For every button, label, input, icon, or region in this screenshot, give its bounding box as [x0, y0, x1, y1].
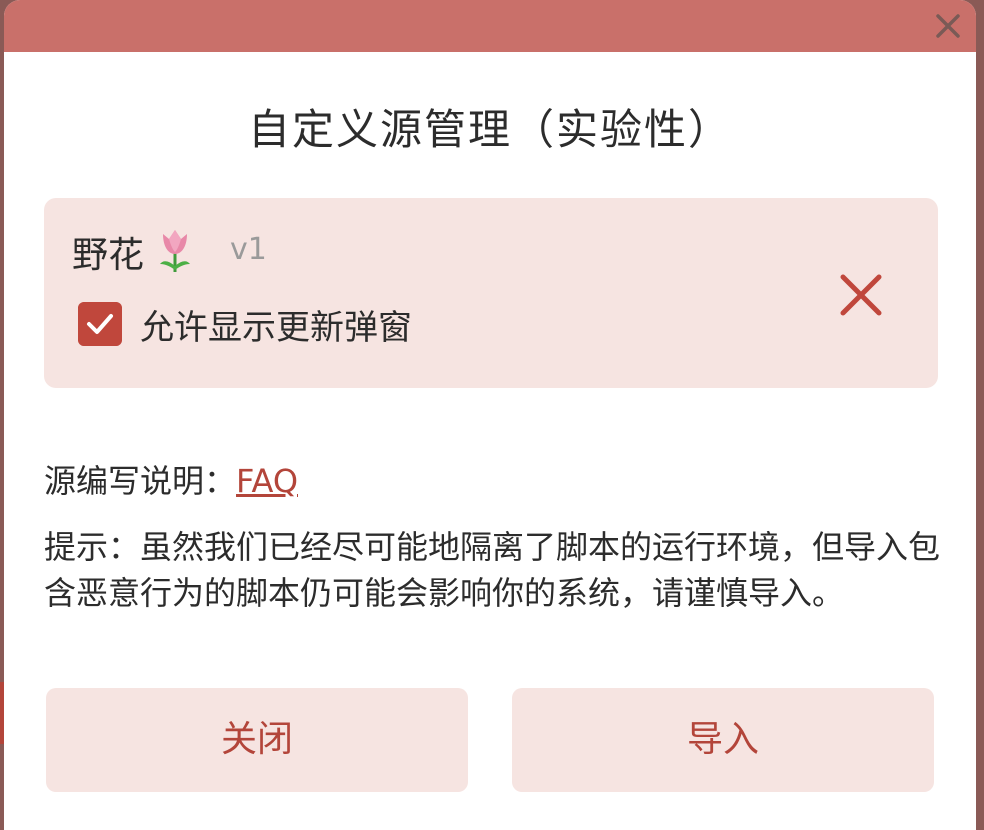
import-button[interactable]: 导入	[512, 688, 934, 792]
faq-link[interactable]: FAQ	[236, 462, 298, 500]
allow-update-popup-checkbox[interactable]	[78, 302, 122, 346]
source-manager-dialog: 自定义源管理（实验性） 野花 v1 允许显示更新弹窗 源编写说明：FAQ 提示：…	[4, 0, 976, 830]
remove-icon[interactable]	[836, 270, 886, 320]
dialog-title: 自定义源管理（实验性）	[247, 105, 732, 154]
close-icon[interactable]	[930, 8, 966, 44]
close-button[interactable]: 关闭	[46, 688, 468, 792]
source-version: v1	[230, 232, 267, 267]
source-card: 野花 v1 允许显示更新弹窗	[44, 198, 938, 388]
tulip-icon	[160, 230, 190, 272]
source-name: 野花	[72, 235, 145, 276]
hint-text: 提示：虽然我们已经尽可能地隔离了脚本的运行环境，但导入包含恶意行为的脚本仍可能会…	[44, 528, 941, 612]
faq-label: 源编写说明：	[44, 462, 237, 500]
allow-update-popup-label[interactable]: 允许显示更新弹窗	[140, 300, 412, 349]
dialog-header	[4, 0, 976, 52]
faq-row: 源编写说明：FAQ	[44, 456, 298, 502]
